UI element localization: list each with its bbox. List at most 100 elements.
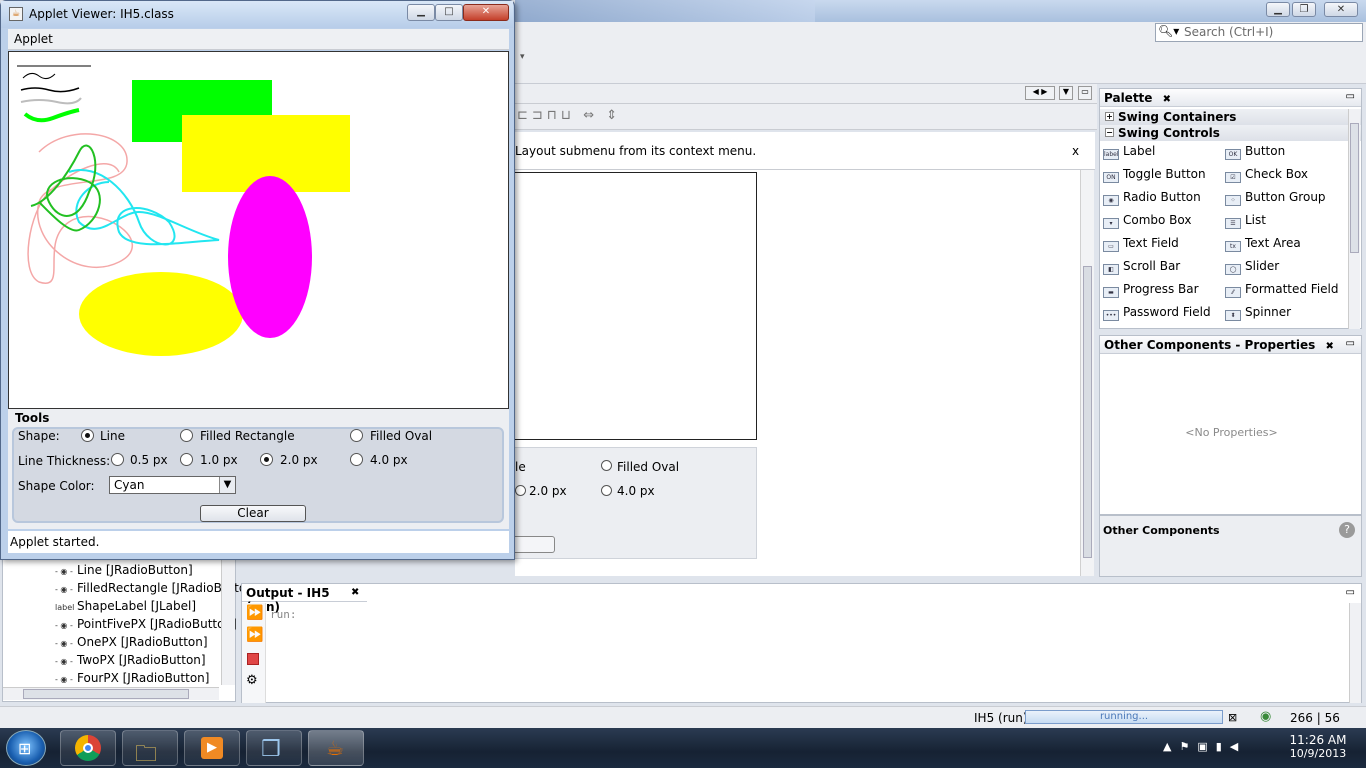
design-radio[interactable] [601, 485, 612, 496]
maximize-icon[interactable]: □ [435, 4, 463, 21]
close-icon[interactable]: ✕ [463, 4, 509, 21]
palette-item[interactable]: ▬ Progress Bar [1103, 282, 1199, 298]
menu-applet[interactable]: Applet [14, 32, 53, 46]
minimize-icon[interactable]: ▁ [407, 4, 435, 21]
tree-row[interactable]: - ◉ - OnePX [JRadioButton] [55, 635, 208, 649]
collapse-icon[interactable]: − [1105, 128, 1114, 137]
palette-item[interactable]: tx Text Area [1225, 236, 1301, 252]
output-tab[interactable]: Output - IH5 (run) ✖ [242, 584, 367, 614]
palette-item-label: Formatted Field [1245, 282, 1339, 296]
thickness-2-0-radio[interactable] [260, 453, 273, 466]
radio-button-icon: - ◉ - [55, 567, 73, 576]
tree-row[interactable]: - ◉ - Line [JRadioButton] [55, 563, 193, 577]
black-line [20, 87, 80, 93]
design-radio[interactable] [601, 460, 612, 471]
rerun-debug-icon[interactable]: ⏩ [246, 627, 263, 643]
design-form-preview[interactable] [515, 172, 757, 440]
navigator-hscroll[interactable] [3, 687, 219, 700]
palette-item[interactable]: label Label [1103, 144, 1155, 160]
palette-item[interactable]: ••• Password Field [1103, 305, 1211, 321]
editor-scrollbar[interactable] [1080, 170, 1094, 576]
shape-filled-oval-radio[interactable] [350, 429, 363, 442]
palette-scrollbar[interactable] [1348, 109, 1360, 329]
close-icon[interactable]: ✖ [351, 587, 359, 598]
palette-items: label Label ON Toggle Button ◉ Radio Button ▾ C… [1100, 143, 1348, 329]
maximize-icon[interactable]: ❐ [1292, 2, 1316, 17]
thickness-1-0-radio[interactable] [180, 453, 193, 466]
palette-item[interactable]: ▾ Combo Box [1103, 213, 1192, 229]
cancel-task-icon[interactable]: ⊠ [1228, 711, 1237, 724]
minimize-icon[interactable]: ▭ [1346, 338, 1355, 349]
settings-icon[interactable]: ⚙ [246, 673, 258, 688]
thickness-label: Line Thickness: [18, 454, 111, 468]
scrollbar-thumb[interactable] [1350, 123, 1359, 253]
design-label: Filled Oval [617, 460, 680, 474]
color-label: Shape Color: [18, 479, 95, 493]
tab-list-icon[interactable]: ▼ [1059, 86, 1073, 100]
tab-scroll-arrows[interactable]: ◀ ▶ [1025, 86, 1055, 100]
design-label: 2.0 px [529, 484, 567, 498]
palette-item[interactable]: ◉ Radio Button [1103, 190, 1201, 206]
category-swing-containers[interactable]: + Swing Containers [1100, 109, 1361, 125]
palette-item[interactable]: ⁄⁄ Formatted Field [1225, 282, 1339, 298]
thickness-0-5-radio[interactable] [111, 453, 124, 466]
taskbar-explorer[interactable]: 🗀 [122, 730, 178, 767]
shape-line-radio[interactable] [81, 429, 94, 442]
palette-item[interactable]: OK Button [1225, 144, 1285, 160]
minimize-icon[interactable]: ▭ [1346, 91, 1355, 102]
clear-button[interactable]: Clear [200, 505, 306, 522]
chrome-icon-center [83, 743, 93, 753]
close-icon[interactable]: ✕ [1324, 2, 1358, 17]
shape-filled-rectangle-radio[interactable] [180, 429, 193, 442]
taskbar-java[interactable]: ☕ [308, 730, 364, 766]
design-tools-preview[interactable]: le Filled Oval 2.0 px 4.0 px [515, 447, 757, 559]
thickness-4-0-radio[interactable] [350, 453, 363, 466]
taskbar-media-player[interactable]: ▶ [184, 730, 240, 766]
notification-icon[interactable]: ◉ [1260, 709, 1271, 724]
palette-item[interactable]: ◯ Slider [1225, 259, 1279, 275]
align-icons[interactable]: ⊏⊐⊓⊔ ⇔ ⇕ [517, 108, 621, 123]
close-icon[interactable]: ✖ [1325, 341, 1333, 352]
taskbar-chrome[interactable] [60, 730, 116, 766]
shape-color-select[interactable]: Cyan [109, 476, 236, 494]
palette-item[interactable]: ☑ Check Box [1225, 167, 1308, 183]
tree-row[interactable]: label ShapeLabel [JLabel] [55, 599, 196, 613]
close-icon[interactable]: ✖ [1163, 94, 1171, 105]
scrollbar-thumb[interactable] [23, 689, 189, 699]
hint-close-button[interactable]: x [1072, 144, 1079, 158]
start-button[interactable]: ⊞ [6, 730, 46, 766]
clock[interactable]: 11:26 AM 10/9/2013 [1288, 733, 1348, 760]
taskbar-virtualbox[interactable]: ❒ [246, 730, 302, 766]
palette-item[interactable]: ⁘ Button Group [1225, 190, 1326, 206]
tree-row[interactable]: - ◉ - FourPX [JRadioButton] [55, 671, 209, 685]
palette-item-label: Text Area [1245, 236, 1301, 250]
help-icon[interactable]: ? [1339, 522, 1355, 538]
drawing-canvas[interactable] [8, 51, 509, 409]
palette-item[interactable]: ◧ Scroll Bar [1103, 259, 1180, 275]
navigator-vscroll[interactable] [221, 559, 235, 685]
output-scrollbar[interactable] [1349, 603, 1361, 703]
category-swing-controls[interactable]: − Swing Controls [1100, 125, 1361, 141]
palette-item[interactable]: ☰ List [1225, 213, 1266, 229]
tree-row[interactable]: - ◉ - TwoPX [JRadioButton] [55, 653, 206, 667]
tray-icons[interactable]: ▲⚑▣▮◀ [1163, 740, 1246, 753]
applet-titlebar[interactable]: ☕ Applet Viewer: IH5.class ▁ □ ✕ [1, 1, 513, 28]
minimize-icon[interactable]: ▁ [1266, 2, 1290, 17]
dropdown-arrow-icon[interactable]: ▼ [219, 477, 235, 493]
minimize-icon[interactable]: ▭ [1346, 587, 1355, 598]
tree-row[interactable]: - ◉ - FilledRectangle [JRadioButto [55, 581, 246, 595]
search-icon[interactable]: 🔍︎▾ [1158, 24, 1179, 38]
magenta-oval [228, 176, 312, 338]
design-button[interactable] [515, 536, 555, 553]
scrollbar-thumb[interactable] [1083, 266, 1092, 558]
rerun-icon[interactable]: ⏩ [246, 605, 263, 621]
palette-item[interactable]: ON Toggle Button [1103, 167, 1206, 183]
design-radio[interactable] [515, 485, 526, 496]
tree-row[interactable]: - ◉ - PointFivePX [JRadioButton] [55, 617, 237, 631]
expand-icon[interactable]: + [1105, 112, 1114, 121]
stop-icon[interactable] [247, 653, 259, 665]
palette-item[interactable]: ▭ Text Field [1103, 236, 1179, 252]
maximize-icon[interactable]: ▭ [1078, 86, 1092, 100]
chevron-down-icon[interactable]: ▾ [520, 52, 525, 62]
palette-item[interactable]: ⬍ Spinner [1225, 305, 1291, 321]
